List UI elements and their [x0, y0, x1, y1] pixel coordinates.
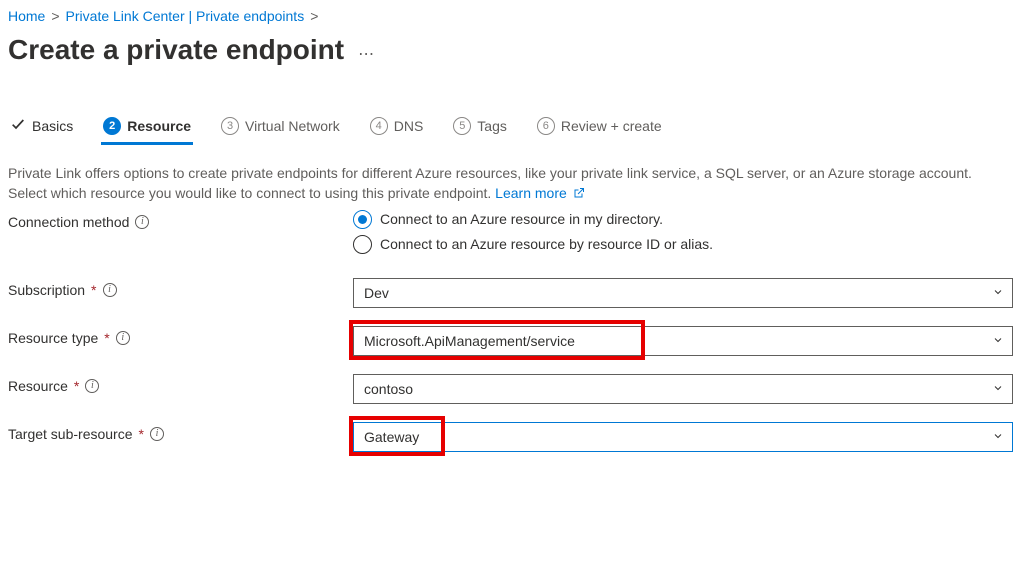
- resource-select[interactable]: contoso: [353, 374, 1013, 404]
- info-icon[interactable]: i: [103, 283, 117, 297]
- tab-label: Tags: [477, 118, 507, 134]
- check-icon: [10, 116, 26, 135]
- tab-label: Review + create: [561, 118, 662, 134]
- radio-label: Connect to an Azure resource by resource…: [380, 236, 713, 252]
- breadcrumb-home[interactable]: Home: [8, 8, 45, 24]
- tab-label: Virtual Network: [245, 118, 340, 134]
- chevron-down-icon: [992, 381, 1004, 397]
- breadcrumb-private-link-center[interactable]: Private Link Center | Private endpoints: [66, 8, 305, 24]
- radio-label: Connect to an Azure resource in my direc…: [380, 211, 663, 227]
- select-value: Dev: [364, 285, 389, 301]
- label-resource: Resource * i: [8, 374, 353, 394]
- chevron-down-icon: [992, 285, 1004, 301]
- info-icon[interactable]: i: [85, 379, 99, 393]
- more-actions-button[interactable]: ⋯: [358, 44, 376, 64]
- resource-type-select[interactable]: Microsoft.ApiManagement/service: [353, 326, 1013, 356]
- radio-connect-in-directory[interactable]: Connect to an Azure resource in my direc…: [353, 210, 1013, 229]
- radio-connect-by-id[interactable]: Connect to an Azure resource by resource…: [353, 235, 1013, 254]
- external-link-icon: [571, 185, 585, 201]
- step-number: 4: [370, 117, 388, 135]
- label-text: Subscription: [8, 282, 85, 298]
- learn-more-label: Learn more: [495, 185, 567, 201]
- label-resource-type: Resource type * i: [8, 326, 353, 346]
- row-subscription: Subscription * i Dev: [8, 278, 1013, 308]
- tab-tags[interactable]: 5 Tags: [451, 111, 509, 145]
- label-text: Connection method: [8, 214, 129, 230]
- label-text: Resource type: [8, 330, 98, 346]
- info-icon[interactable]: i: [150, 427, 164, 441]
- step-number: 2: [103, 117, 121, 135]
- desc-text: Private Link offers options to create pr…: [8, 165, 972, 201]
- radio-icon: [353, 210, 372, 229]
- tab-label: DNS: [394, 118, 424, 134]
- tab-review-create[interactable]: 6 Review + create: [535, 111, 664, 145]
- chevron-down-icon: [992, 429, 1004, 445]
- wizard-tabs: Basics 2 Resource 3 Virtual Network 4 DN…: [8, 110, 1013, 145]
- info-icon[interactable]: i: [135, 215, 149, 229]
- label-text: Target sub-resource: [8, 426, 133, 442]
- radio-icon: [353, 235, 372, 254]
- select-value: Gateway: [364, 429, 419, 445]
- select-value: contoso: [364, 381, 413, 397]
- row-target-sub-resource: Target sub-resource * i Gateway: [8, 422, 1013, 452]
- breadcrumb-sep: >: [51, 8, 59, 24]
- learn-more-link[interactable]: Learn more: [495, 185, 584, 201]
- tab-basics[interactable]: Basics: [8, 110, 75, 145]
- subscription-select[interactable]: Dev: [353, 278, 1013, 308]
- connection-method-options: Connect to an Azure resource in my direc…: [353, 210, 1013, 260]
- step-number: 3: [221, 117, 239, 135]
- info-icon[interactable]: i: [116, 331, 130, 345]
- chevron-down-icon: [992, 333, 1004, 349]
- required-asterisk: *: [104, 330, 109, 346]
- row-resource-type: Resource type * i Microsoft.ApiManagemen…: [8, 326, 1013, 356]
- label-target-sub-resource: Target sub-resource * i: [8, 422, 353, 442]
- target-sub-resource-select[interactable]: Gateway: [353, 422, 1013, 452]
- tab-label: Resource: [127, 118, 191, 134]
- select-value: Microsoft.ApiManagement/service: [364, 333, 575, 349]
- tab-resource[interactable]: 2 Resource: [101, 111, 193, 145]
- required-asterisk: *: [74, 378, 79, 394]
- row-connection-method: Connection method i Connect to an Azure …: [8, 210, 1013, 260]
- title-row: Create a private endpoint ⋯: [8, 34, 1013, 74]
- page-title: Create a private endpoint: [8, 34, 344, 66]
- label-text: Resource: [8, 378, 68, 394]
- step-number: 6: [537, 117, 555, 135]
- row-resource: Resource * i contoso: [8, 374, 1013, 404]
- resource-step-description: Private Link offers options to create pr…: [8, 163, 1008, 204]
- required-asterisk: *: [139, 426, 144, 442]
- step-number: 5: [453, 117, 471, 135]
- breadcrumb: Home > Private Link Center | Private end…: [8, 8, 1013, 24]
- label-connection-method: Connection method i: [8, 210, 353, 230]
- required-asterisk: *: [91, 282, 96, 298]
- label-subscription: Subscription * i: [8, 278, 353, 298]
- tab-label: Basics: [32, 118, 73, 134]
- breadcrumb-sep: >: [310, 8, 318, 24]
- tab-dns[interactable]: 4 DNS: [368, 111, 426, 145]
- tab-virtual-network[interactable]: 3 Virtual Network: [219, 111, 342, 145]
